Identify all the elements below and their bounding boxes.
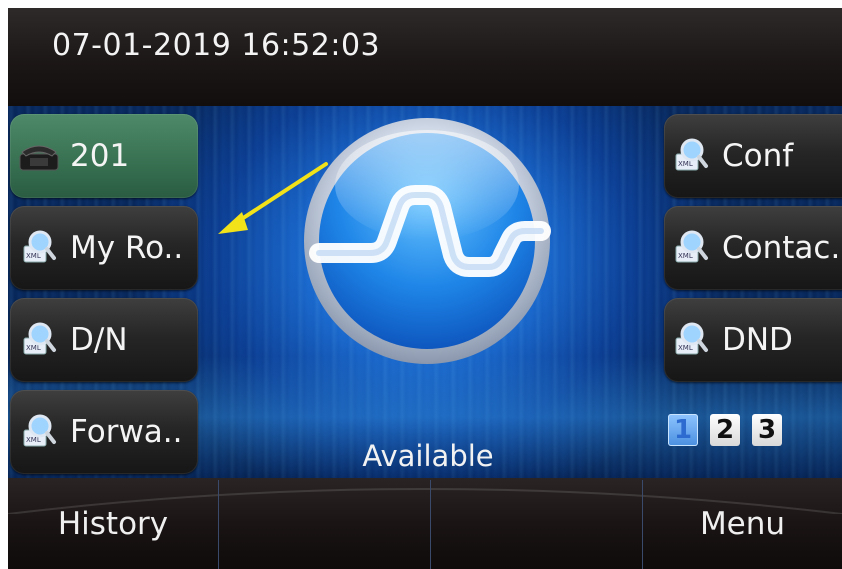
phone-icon xyxy=(19,145,59,171)
line-key-my-room[interactable]: XML My Ro.. xyxy=(10,206,198,290)
xml-magnifier-icon: XML xyxy=(23,230,56,263)
line-key-label: Forwa.. xyxy=(70,414,183,450)
status-logo-icon xyxy=(304,118,551,364)
line-key-label: DND xyxy=(722,322,793,358)
line-key-dn[interactable]: XML D/N xyxy=(10,298,198,382)
line-key-forward[interactable]: XML Forwa.. xyxy=(10,390,198,474)
page-indicator: 1 2 3 xyxy=(668,414,782,446)
line-key-dnd[interactable]: XML DND xyxy=(664,298,842,382)
xml-magnifier-icon: XML xyxy=(23,322,56,355)
status-bar: 07-01-2019 16:52:03 xyxy=(8,8,842,106)
page-2-button[interactable]: 2 xyxy=(710,414,740,446)
xml-magnifier-icon: XML xyxy=(23,414,56,447)
line-key-contacts[interactable]: XML Contac. xyxy=(664,206,842,290)
line-key-label: Conf xyxy=(722,138,794,174)
softkey-menu[interactable]: Menu xyxy=(643,478,842,569)
line-key-label: Contac. xyxy=(722,230,841,266)
line-key-label: My Ro.. xyxy=(70,230,184,266)
xml-magnifier-icon: XML xyxy=(675,230,708,263)
line-key-conf[interactable]: XML Conf xyxy=(664,114,842,198)
xml-magnifier-icon: XML xyxy=(675,322,708,355)
softkey-history[interactable]: History xyxy=(8,478,218,569)
xml-magnifier-icon: XML xyxy=(675,138,708,171)
page-1-button[interactable]: 1 xyxy=(668,414,698,446)
idle-screen: Available 201 XML My Ro.. XML D/N XML Fo… xyxy=(8,106,842,478)
page-3-button[interactable]: 3 xyxy=(752,414,782,446)
line-key-label: 201 xyxy=(70,138,130,174)
annotation-arrow-icon xyxy=(218,162,328,234)
line-key-label: D/N xyxy=(70,322,128,358)
date-time: 07-01-2019 16:52:03 xyxy=(52,28,381,63)
softkey-3[interactable] xyxy=(431,478,642,569)
line-status: Available xyxy=(362,439,494,473)
phone-screen: 07-01-2019 16:52:03 Available 201 XML My… xyxy=(8,8,842,569)
line-key-201[interactable]: 201 xyxy=(10,114,198,198)
softkey-2[interactable] xyxy=(219,478,430,569)
softkey-bar: History Menu xyxy=(8,478,842,569)
